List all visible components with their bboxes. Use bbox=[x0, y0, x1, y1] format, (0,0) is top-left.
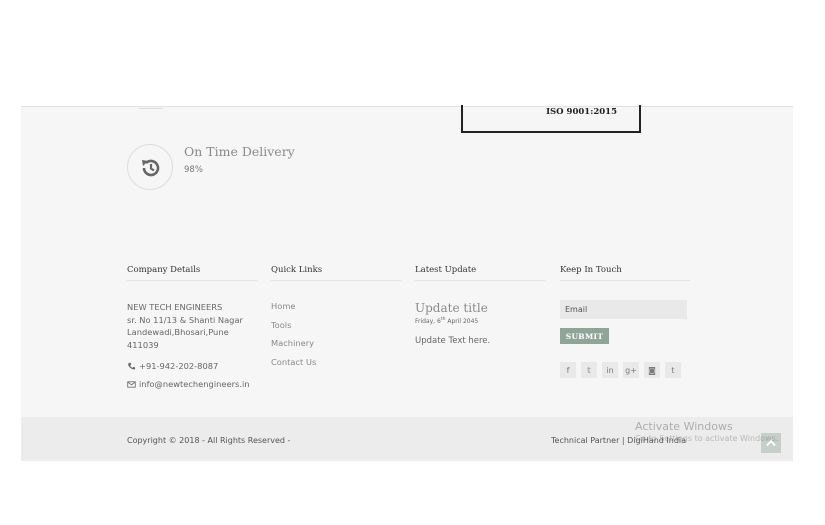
company-address: NEW TECH ENGINEERS sr. No 11/13 & Shanti… bbox=[127, 301, 257, 351]
iso-certificate-text: ISO 9001:2015 bbox=[546, 107, 617, 117]
activate-windows-subtitle: Go to Settings to activate Windows. bbox=[635, 434, 779, 443]
quick-links-heading: Quick Links bbox=[271, 265, 401, 281]
tumblr-icon[interactable]: t bbox=[665, 362, 681, 378]
address-line: sr. No 11/13 & Shanti Nagar bbox=[127, 314, 243, 325]
quick-link-tools[interactable]: Tools bbox=[271, 320, 401, 339]
envelope-icon bbox=[127, 380, 136, 388]
update-date-month-year: April 2045 bbox=[445, 318, 479, 325]
company-details-column: Company Details NEW TECH ENGINEERS sr. N… bbox=[127, 265, 257, 389]
activate-windows-title: Activate Windows bbox=[635, 420, 733, 433]
update-text: Update Text here. bbox=[415, 336, 491, 346]
quick-links-list: Home Tools Machinery Contact Us bbox=[271, 301, 401, 375]
instagram-icon[interactable]: ◙ bbox=[644, 362, 660, 378]
update-title[interactable]: Update title bbox=[415, 301, 545, 315]
quick-link-machinery[interactable]: Machinery bbox=[271, 338, 401, 357]
email-line[interactable]: info@newtechengineers.in bbox=[127, 379, 257, 389]
phone-icon bbox=[128, 362, 136, 369]
company-details-heading: Company Details bbox=[127, 265, 257, 281]
phone-number: +91-942-202-8087 bbox=[139, 361, 219, 371]
partial-feature-icon bbox=[139, 105, 163, 109]
update-date-day: Friday, 6 bbox=[415, 318, 441, 325]
keep-in-touch-heading: Keep In Touch bbox=[560, 265, 690, 281]
address-line: NEW TECH ENGINEERS bbox=[127, 302, 223, 312]
update-date: Friday, 6th April 2045 bbox=[415, 317, 545, 325]
social-icons: f 𝕥 in g+ ◙ t bbox=[560, 362, 690, 378]
history-icon bbox=[127, 144, 173, 190]
email-address-link[interactable]: info@newtechengineers.in bbox=[139, 379, 250, 389]
site-footer-area: ISO 9001:2015 On Time Delivery 98% Compa… bbox=[21, 105, 793, 461]
keep-in-touch-column: Keep In Touch SUBMIT f 𝕥 in g+ ◙ t bbox=[560, 265, 690, 378]
quick-links-column: Quick Links Home Tools Machinery Contact… bbox=[271, 265, 401, 375]
quick-link-home[interactable]: Home bbox=[271, 301, 401, 320]
address-line: 411039 bbox=[127, 339, 159, 350]
latest-update-heading: Latest Update bbox=[415, 265, 545, 281]
latest-update-column: Latest Update Update title Friday, 6th A… bbox=[415, 265, 545, 346]
iso-certificate-image: ISO 9001:2015 bbox=[461, 105, 641, 133]
copyright-text: Copyright © 2018 - All Rights Reserved - bbox=[127, 436, 291, 445]
page: ISO 9001:2015 On Time Delivery 98% Compa… bbox=[0, 0, 825, 525]
phone-line: +91-942-202-8087 bbox=[127, 361, 257, 371]
linkedin-icon[interactable]: in bbox=[602, 362, 618, 378]
address-line: Landewadi,Bhosari,Pune bbox=[127, 327, 229, 337]
quick-link-contact-us[interactable]: Contact Us bbox=[271, 357, 401, 376]
facebook-icon[interactable]: f bbox=[560, 362, 576, 378]
twitter-icon[interactable]: 𝕥 bbox=[581, 362, 597, 378]
feature-title: On Time Delivery bbox=[184, 144, 295, 159]
feature-value: 98% bbox=[184, 165, 203, 175]
submit-button[interactable]: SUBMIT bbox=[560, 328, 609, 344]
newsletter-email-input[interactable] bbox=[560, 300, 687, 319]
google-plus-icon[interactable]: g+ bbox=[623, 362, 639, 378]
